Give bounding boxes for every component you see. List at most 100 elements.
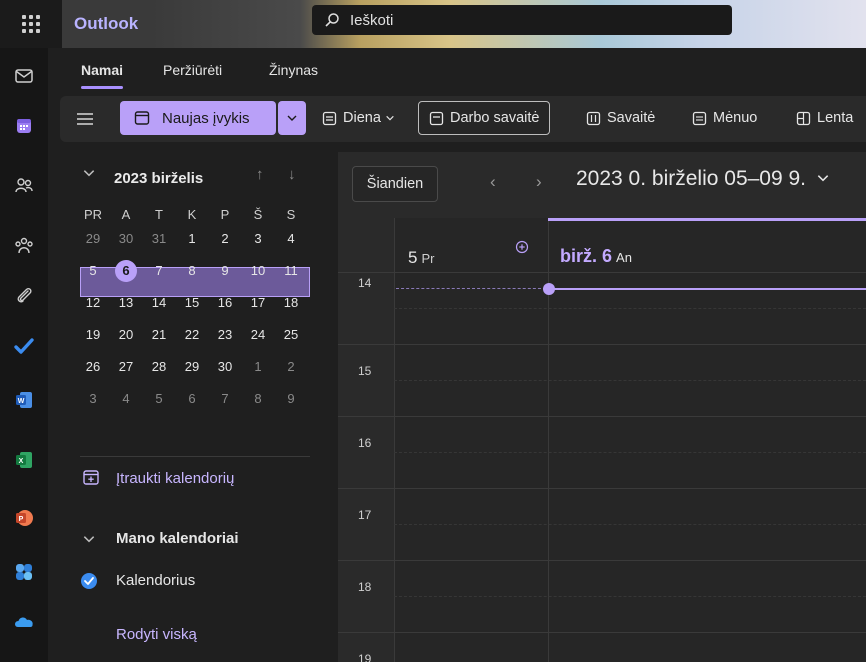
hour-line	[338, 632, 866, 633]
mini-calendar-day[interactable]: 5	[148, 388, 170, 410]
mini-calendar-day[interactable]: 18	[280, 292, 302, 314]
hamburger-menu-icon[interactable]	[74, 108, 96, 130]
mini-calendar-day[interactable]: 4	[115, 388, 137, 410]
mini-calendar-day[interactable]: 8	[247, 388, 269, 410]
powerpoint-icon: P	[16, 510, 33, 526]
mini-calendar-day[interactable]: 15	[181, 292, 203, 314]
weekday-label: P	[220, 207, 230, 222]
weekday-label: A	[121, 207, 131, 222]
month-view-button[interactable]: Mėnuo	[692, 101, 757, 135]
mini-calendar-day[interactable]: 2	[214, 228, 236, 250]
mini-calendar-day[interactable]: 21	[148, 324, 170, 346]
new-event-dropdown[interactable]	[278, 101, 306, 135]
rail-word[interactable]: W	[0, 378, 48, 422]
app-brand[interactable]: Outlook	[62, 0, 152, 48]
weekday-label: Š	[253, 207, 263, 222]
mini-calendar-day[interactable]: 11	[280, 260, 302, 282]
rail-calendar[interactable]	[0, 104, 48, 148]
mini-calendar-title[interactable]: 2023 birželis	[114, 170, 203, 187]
mini-calendar-day[interactable]: 28	[148, 356, 170, 378]
rail-onedrive[interactable]	[0, 600, 48, 644]
app-launcher-button[interactable]	[0, 0, 62, 48]
day-view-button[interactable]: Diena	[322, 101, 395, 135]
app-rail: W X P	[0, 48, 48, 662]
mini-calendar-day[interactable]: 27	[115, 356, 137, 378]
mini-calendar-day[interactable]: 1	[181, 228, 203, 250]
previous-week-arrow-icon[interactable]: ‹	[490, 172, 496, 192]
viva-icon	[16, 564, 32, 580]
day-header-monday[interactable]: 5 Pr	[408, 248, 434, 268]
mini-calendar-day[interactable]: 5	[82, 260, 104, 282]
chevron-down-icon[interactable]	[82, 532, 96, 546]
previous-month-arrow-icon[interactable]: ↑	[256, 166, 264, 183]
show-all-link[interactable]: Rodyti viską	[116, 626, 197, 643]
mini-calendar-day[interactable]: 20	[115, 324, 137, 346]
mini-calendar-day[interactable]: 9	[214, 260, 236, 282]
rail-powerpoint[interactable]: P	[0, 496, 48, 540]
calendar-item[interactable]: Kalendorius	[116, 572, 195, 589]
mini-calendar-day[interactable]: 1	[247, 356, 269, 378]
work-week-icon	[429, 111, 444, 125]
next-month-arrow-icon[interactable]: ↓	[288, 166, 296, 183]
calendar-navigation-pane: 2023 birželis ↑ ↓ PR A T K P Š S 29 30 31 1 2 3 4 5 6 7 8…	[60, 152, 330, 662]
work-week-view-button[interactable]: Darbo savaitė	[418, 101, 551, 135]
mini-calendar-day[interactable]: 30	[115, 228, 137, 250]
mini-calendar-day[interactable]: 3	[247, 228, 269, 250]
tab-home-underline	[81, 86, 123, 89]
work-week-label: Darbo savaitė	[450, 110, 540, 126]
search-box[interactable]: Ieškoti	[312, 5, 732, 35]
today-button[interactable]: Šiandien	[352, 166, 438, 202]
date-range-title[interactable]: 2023 0. birželio 05–09 9.	[576, 167, 830, 191]
mini-calendar-day[interactable]: 3	[82, 388, 104, 410]
mini-calendar-day[interactable]: 22	[181, 324, 203, 346]
add-event-icon[interactable]	[515, 240, 529, 254]
mini-calendar-day[interactable]: 29	[82, 228, 104, 250]
mini-calendar-day[interactable]: 24	[247, 324, 269, 346]
mini-calendar-day[interactable]: 8	[181, 260, 203, 282]
mini-calendar-day[interactable]: 6	[115, 260, 137, 282]
day-header-tuesday[interactable]: birž. 6 An	[560, 246, 632, 267]
rail-excel[interactable]: X	[0, 438, 48, 482]
rail-todo[interactable]	[0, 324, 48, 368]
mini-calendar-day[interactable]: 14	[148, 292, 170, 314]
tab-view[interactable]: Peržiūrėti	[163, 62, 222, 78]
calendar-icon	[17, 119, 31, 133]
rail-files[interactable]	[0, 274, 48, 318]
week-view-button[interactable]: Savaitė	[586, 101, 655, 135]
mini-calendar-day[interactable]: 10	[247, 260, 269, 282]
tab-help[interactable]: Žinynas	[269, 62, 318, 78]
word-icon: W	[16, 392, 32, 408]
mini-calendar-day[interactable]: 17	[247, 292, 269, 314]
mini-calendar-day[interactable]: 6	[181, 388, 203, 410]
mini-calendar-day[interactable]: 2	[280, 356, 302, 378]
mini-calendar-day[interactable]: 16	[214, 292, 236, 314]
rail-groups[interactable]	[0, 224, 48, 268]
mini-calendar-day[interactable]: 25	[280, 324, 302, 346]
mini-calendar-day[interactable]: 13	[115, 292, 137, 314]
chevron-down-icon	[386, 115, 394, 121]
mini-calendar-day[interactable]: 26	[82, 356, 104, 378]
checkmark-circle-icon[interactable]	[80, 572, 98, 590]
my-calendars-heading[interactable]: Mano kalendoriai	[116, 530, 239, 547]
new-event-button[interactable]: Naujas įvykis	[120, 101, 276, 135]
mini-calendar-day[interactable]: 31	[148, 228, 170, 250]
mini-calendar-day[interactable]: 7	[148, 260, 170, 282]
tab-home[interactable]: Namai	[81, 62, 123, 78]
rail-people[interactable]	[0, 164, 48, 208]
mini-calendar-day[interactable]: 23	[214, 324, 236, 346]
mini-calendar-day[interactable]: 19	[82, 324, 104, 346]
mini-calendar-day[interactable]: 29	[181, 356, 203, 378]
collapse-chevron-icon[interactable]	[82, 166, 96, 180]
add-calendar-link[interactable]: Įtraukti kalendorių	[116, 470, 234, 487]
mini-calendar-day[interactable]: 30	[214, 356, 236, 378]
rail-viva[interactable]	[0, 550, 48, 594]
rail-mail[interactable]	[0, 54, 48, 98]
hour-line	[338, 272, 866, 273]
mini-calendar-day[interactable]: 7	[214, 388, 236, 410]
board-view-button[interactable]: Lenta	[796, 101, 853, 135]
next-week-arrow-icon[interactable]: ›	[536, 172, 542, 192]
mini-calendar-day[interactable]: 4	[280, 228, 302, 250]
mini-calendar-day[interactable]: 12	[82, 292, 104, 314]
mini-calendar-day[interactable]: 9	[280, 388, 302, 410]
ribbon-tabs: Namai Peržiūrėti Žinynas	[48, 48, 866, 89]
